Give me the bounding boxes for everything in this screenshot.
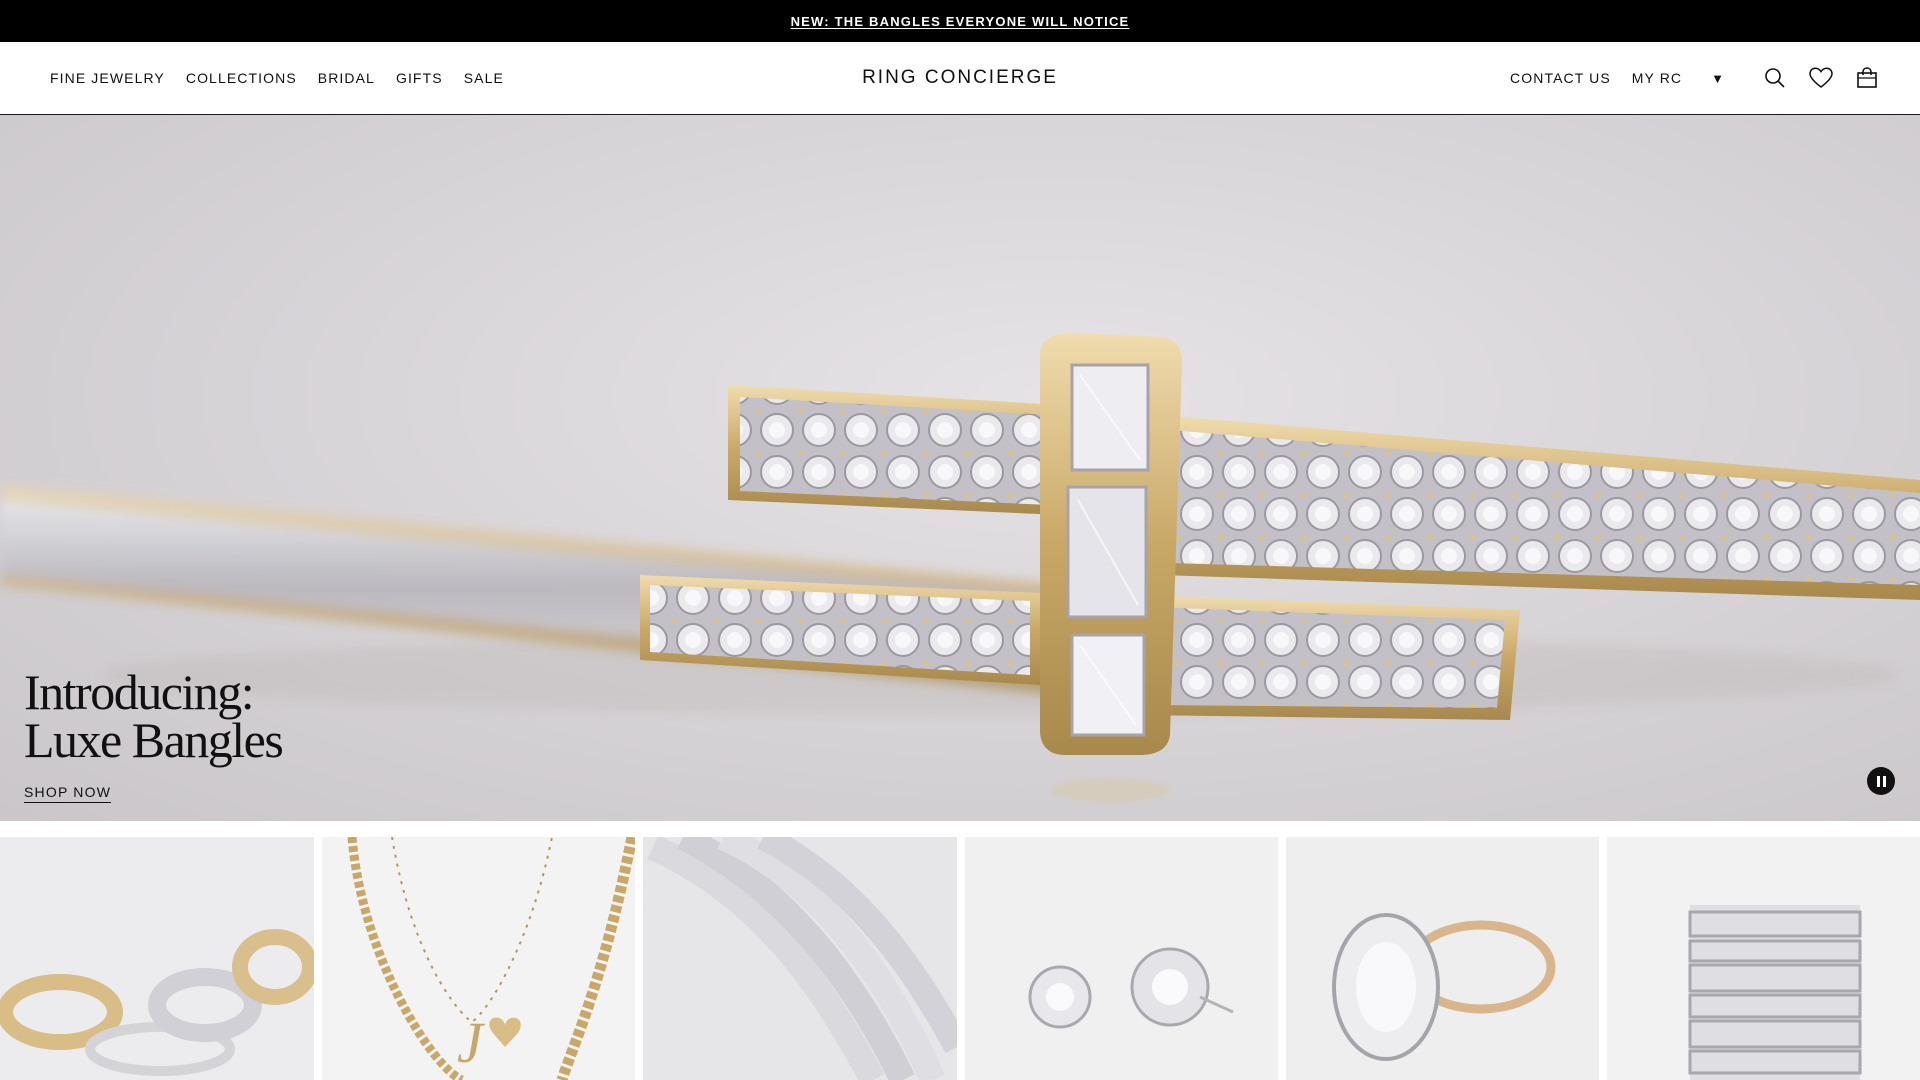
nav-item-sale[interactable]: SALE	[464, 70, 504, 86]
caret-down-icon: ▼	[1711, 70, 1724, 86]
site-header: FINE JEWELRY COLLECTIONS BRIDAL GIFTS SA…	[0, 42, 1920, 115]
bangle-image	[0, 333, 1920, 802]
my-rc-label: MY RC	[1631, 70, 1683, 86]
announcement-bar: NEW: THE BANGLES EVERYONE WILL NOTICE	[0, 0, 1920, 42]
hero-text-block: Introducing: Luxe Bangles SHOP NOW	[24, 664, 284, 803]
nav-item-gifts[interactable]: GIFTS	[396, 70, 443, 86]
diamond-stud-earrings-image[interactable]	[965, 837, 1278, 1080]
announcement-link[interactable]: NEW: THE BANGLES EVERYONE WILL NOTICE	[791, 14, 1130, 29]
gold-necklaces-image[interactable]: J	[322, 837, 635, 1080]
search-icon[interactable]	[1762, 65, 1788, 91]
shopping-bag-icon[interactable]	[1854, 65, 1880, 91]
svg-text:J: J	[457, 1010, 486, 1075]
pause-icon[interactable]	[1867, 767, 1895, 795]
heart-icon[interactable]	[1808, 65, 1834, 91]
utility-nav: CONTACT US MY RC ▼	[1510, 42, 1880, 114]
eternity-band-stack-image[interactable]	[1607, 837, 1920, 1080]
nav-item-fine-jewelry[interactable]: FINE JEWELRY	[50, 70, 165, 86]
shop-now-link[interactable]: SHOP NOW	[24, 784, 112, 803]
oval-engagement-ring-image[interactable]	[1286, 837, 1599, 1080]
category-tiles: J	[0, 837, 1920, 1080]
my-rc-dropdown[interactable]: MY RC ▼	[1632, 70, 1724, 86]
nav-item-collections[interactable]: COLLECTIONS	[186, 70, 297, 86]
primary-nav: FINE JEWELRY COLLECTIONS BRIDAL GIFTS SA…	[50, 42, 504, 114]
site-logo[interactable]: RING CONCIERGE	[862, 67, 1058, 89]
contact-us-link[interactable]: CONTACT US	[1510, 70, 1611, 86]
nav-item-bridal[interactable]: BRIDAL	[318, 70, 375, 86]
hero-banner[interactable]: Introducing: Luxe Bangles SHOP NOW	[0, 115, 1920, 821]
hero-title: Introducing: Luxe Bangles	[24, 664, 284, 768]
stacked-rings-image[interactable]	[0, 837, 314, 1080]
tennis-bracelets-image[interactable]	[643, 837, 957, 1080]
